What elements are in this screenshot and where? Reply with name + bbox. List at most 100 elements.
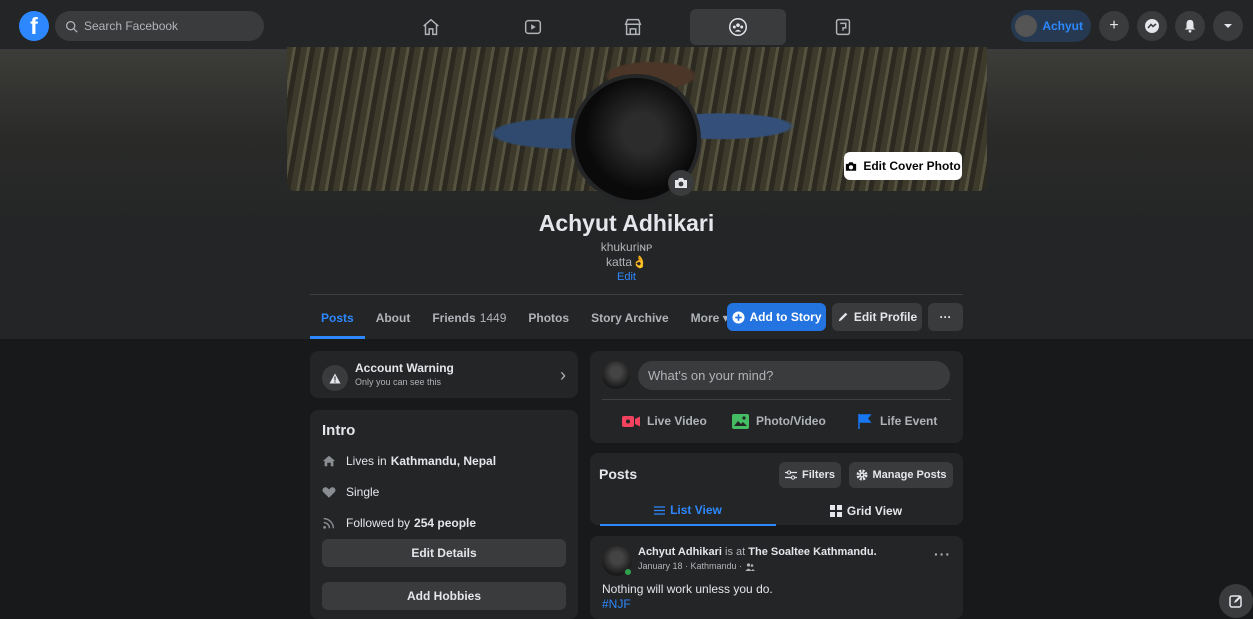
heart-icon: [322, 486, 336, 498]
search-placeholder: Search Facebook: [84, 19, 179, 33]
filters-button[interactable]: Filters: [779, 462, 841, 488]
rss-icon: [323, 517, 335, 529]
post-hashtag[interactable]: #NJF: [602, 597, 631, 611]
messenger-icon: [1145, 19, 1159, 33]
edit-cover-photo-button[interactable]: Edit Cover Photo: [844, 152, 962, 180]
add-to-story-button[interactable]: Add to Story: [727, 303, 826, 331]
add-hobbies-button[interactable]: Add Hobbies: [322, 582, 566, 610]
post-author-name[interactable]: Achyut Adhikari: [638, 546, 722, 558]
intro-relationship-label: Single: [346, 485, 380, 499]
intro-followers: Followed by 254 people: [322, 516, 476, 530]
friends-audience-icon: [745, 563, 755, 571]
list-view-tab[interactable]: List View: [600, 496, 776, 526]
warning-title: Account Warning: [355, 361, 454, 375]
posts-header-card: Posts Filters Manage Posts List View Gri…: [590, 453, 963, 526]
sliders-icon: [784, 470, 797, 480]
notifications-button[interactable]: [1175, 11, 1205, 41]
post-is-at: is at: [725, 546, 746, 558]
intro-followed-prefix: Followed by: [346, 516, 411, 530]
home-icon: [322, 455, 336, 467]
post-meta: January 18 · Kathmandu ·: [638, 561, 755, 571]
intro-relationship: Single: [322, 485, 379, 499]
more-icon: ···: [939, 310, 952, 324]
nav-home[interactable]: [383, 9, 479, 45]
photo-icon: [732, 413, 749, 429]
post-location[interactable]: The Soaltee Kathmandu.: [748, 546, 876, 558]
add-to-story-label: Add to Story: [749, 310, 822, 324]
photo-video-button[interactable]: Photo/Video: [732, 410, 826, 432]
nav-gaming[interactable]: [795, 9, 891, 45]
edit-details-button[interactable]: Edit Details: [322, 539, 566, 567]
plus-icon: +: [1109, 17, 1119, 34]
tab-label: About: [375, 311, 411, 325]
tab-story-archive[interactable]: Story Archive: [580, 297, 680, 339]
groups-icon: [729, 18, 747, 36]
edit-profile-label: Edit Profile: [853, 310, 918, 324]
post-options-button[interactable]: ···: [934, 546, 951, 562]
avatar[interactable]: [602, 361, 630, 389]
nav-marketplace[interactable]: [585, 9, 681, 45]
plus-circle-icon: [731, 310, 745, 324]
intro-followed-count[interactable]: 254 people: [414, 516, 476, 530]
life-event-label: Life Event: [880, 414, 938, 428]
tab-label: Story Archive: [591, 311, 669, 325]
home-icon: [423, 18, 439, 36]
whats-on-your-mind-input[interactable]: What's on your mind?: [638, 361, 950, 390]
caret-down-icon: [1224, 24, 1232, 28]
tab-friends[interactable]: Friends 1449: [421, 297, 517, 339]
gear-icon: [856, 469, 868, 481]
manage-posts-button[interactable]: Manage Posts: [849, 462, 953, 488]
profile-shortcut-name: Achyut: [1042, 19, 1083, 33]
intro-card: Intro Lives in Kathmandu, Nepal Single F…: [310, 410, 578, 619]
camera-icon: [675, 178, 687, 188]
grid-view-label: Grid View: [846, 504, 903, 518]
bell-icon: [1184, 19, 1196, 33]
post-card: Achyut Adhikari is at The Soaltee Kathma…: [590, 536, 963, 619]
camera-icon: [846, 161, 857, 171]
top-navigation-bar: f Search Facebook Achyut +: [0, 0, 1253, 50]
tab-label: Friends: [432, 311, 476, 325]
edit-bio-link[interactable]: Edit: [0, 271, 1253, 283]
intro-lives-in: Lives in Kathmandu, Nepal: [322, 454, 496, 468]
life-event-button[interactable]: Life Event: [858, 410, 937, 432]
grid-icon: [829, 505, 842, 517]
new-message-button[interactable]: [1219, 584, 1253, 618]
nav-groups[interactable]: [690, 9, 786, 45]
post-composer: What's on your mind? Live Video Photo/Vi…: [590, 351, 963, 443]
messenger-button[interactable]: [1137, 11, 1167, 41]
account-controls: Achyut +: [1011, 10, 1243, 42]
create-button[interactable]: +: [1099, 11, 1129, 41]
marketplace-icon: [624, 18, 642, 36]
edit-profile-button[interactable]: Edit Profile: [832, 303, 922, 331]
tab-about[interactable]: About: [365, 297, 422, 339]
live-video-icon: [622, 415, 640, 427]
pencil-icon: [838, 312, 848, 322]
post-header: Achyut Adhikari is at The Soaltee Kathma…: [638, 546, 877, 558]
search-input[interactable]: Search Facebook: [55, 11, 264, 41]
intro-lives-prefix: Lives in: [346, 454, 387, 468]
facebook-logo-icon[interactable]: f: [19, 11, 49, 41]
update-profile-picture-button[interactable]: [668, 170, 694, 196]
nav-watch[interactable]: [485, 9, 581, 45]
intro-lives-place[interactable]: Kathmandu, Nepal: [391, 454, 496, 468]
grid-view-tab[interactable]: Grid View: [778, 496, 954, 526]
watch-icon: [524, 19, 542, 35]
post-text: Nothing will work unless you do.: [602, 582, 773, 596]
live-video-label: Live Video: [647, 414, 707, 428]
post-timestamp[interactable]: January 18 · Kathmandu ·: [638, 561, 742, 571]
tab-posts[interactable]: Posts: [310, 297, 365, 339]
avatar: [1015, 15, 1038, 37]
intro-title: Intro: [322, 422, 356, 439]
tab-photos[interactable]: Photos: [517, 297, 580, 339]
profile-more-button[interactable]: ···: [928, 303, 963, 331]
live-video-button[interactable]: Live Video: [622, 410, 707, 432]
edit-cover-label: Edit Cover Photo: [863, 159, 961, 173]
bio-line: katta👌: [606, 255, 647, 269]
posts-title: Posts: [599, 466, 638, 482]
account-menu-button[interactable]: [1213, 11, 1243, 41]
tab-label: Photos: [528, 311, 570, 325]
profile-tabs: Posts About Friends 1449 Photos Story Arc…: [310, 297, 740, 339]
profile-shortcut[interactable]: Achyut: [1011, 10, 1091, 42]
compose-icon: [1229, 595, 1242, 608]
account-warning-card[interactable]: Account Warning Only you can see this ›: [310, 351, 578, 398]
